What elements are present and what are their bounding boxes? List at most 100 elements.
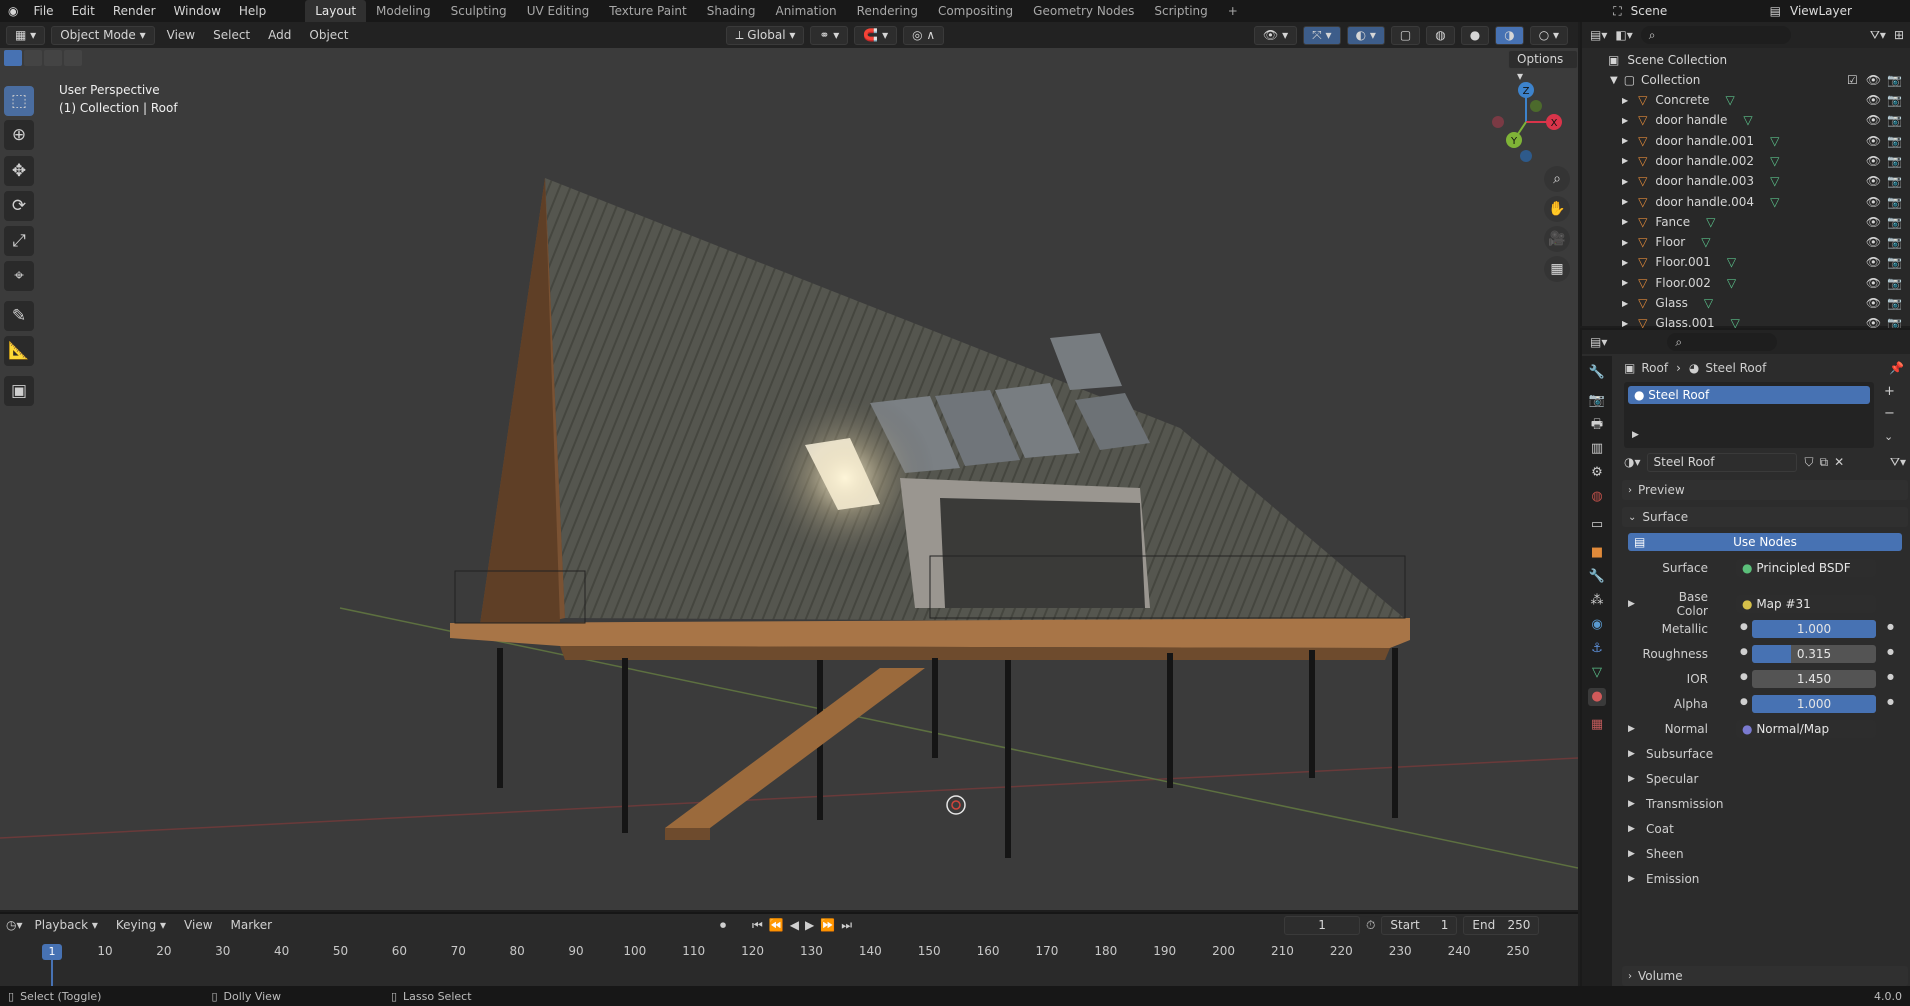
jump-end-icon[interactable]: ⏭ [841, 918, 852, 933]
material-slot-list[interactable]: ● Steel Roof ▶ [1624, 382, 1874, 448]
menu-view[interactable]: View [161, 28, 201, 42]
scale-tool[interactable]: ⤢ [4, 226, 34, 256]
outliner-item[interactable]: ▶ ▽ Fance ▽ 👁 📷 [1582, 212, 1910, 232]
camera-render-icon[interactable]: 📷 [1887, 255, 1902, 269]
outliner-item[interactable]: ▶ ▽ Glass ▽ 👁 📷 [1582, 293, 1910, 313]
expand-arrow-icon[interactable]: ▶ [1622, 319, 1628, 328]
menu-render[interactable]: Render [104, 0, 165, 22]
outliner-item[interactable]: ▶ ▽ door handle.002 ▽ 👁 📷 [1582, 151, 1910, 171]
display-mode-icon[interactable]: ◧▾ [1615, 28, 1632, 42]
outliner-item[interactable]: ▶ ▽ door handle ▽ 👁 📷 [1582, 110, 1910, 130]
tab-modeling[interactable]: Modeling [366, 0, 441, 22]
tab-shading[interactable]: Shading [697, 0, 766, 22]
tab-animation[interactable]: Animation [765, 0, 846, 22]
eye-icon[interactable]: 👁 [1866, 93, 1881, 107]
surface-shader-field[interactable]: ● Principled BSDF [1736, 559, 1876, 577]
slot-remove-button[interactable]: − [1884, 406, 1895, 421]
add-workspace-button[interactable]: + [1218, 0, 1248, 22]
outliner-item[interactable]: ▶ ▽ Concrete ▽ 👁 📷 [1582, 90, 1910, 110]
auto-key-icon[interactable]: ⏺ [720, 918, 726, 933]
play-reverse-icon[interactable]: ◀ [790, 918, 799, 932]
menu-edit[interactable]: Edit [63, 0, 104, 22]
outliner-row-collection[interactable]: ▼ ▢ Collection ☑ 👁 📷 [1582, 70, 1910, 90]
outliner-item[interactable]: ▶ ▽ door handle.001 ▽ 👁 📷 [1582, 131, 1910, 151]
alpha-slider[interactable]: 1.000 [1752, 695, 1876, 713]
outliner-row-scene-collection[interactable]: ▣ Scene Collection [1582, 50, 1910, 70]
end-frame-field[interactable]: End 250 [1463, 915, 1540, 935]
normal-field[interactable]: ● Normal/Map [1736, 720, 1876, 738]
menu-window[interactable]: Window [165, 0, 230, 22]
add-cube-tool[interactable]: ▣ [4, 376, 34, 406]
outliner-editor-icon[interactable]: ▤▾ [1590, 28, 1607, 42]
view-layer-name[interactable]: ViewLayer [1790, 4, 1910, 18]
slot-add-button[interactable]: + [1884, 384, 1895, 399]
tab-scripting[interactable]: Scripting [1144, 0, 1217, 22]
physics-tab-icon[interactable]: ◉ [1588, 616, 1606, 634]
jump-keyframe-forward-icon[interactable]: ⏩ [820, 918, 835, 932]
start-frame-field[interactable]: Start 1 [1381, 915, 1458, 935]
camera-render-icon[interactable]: 📷 [1887, 235, 1902, 249]
unlink-icon[interactable]: ✕ [1834, 455, 1844, 469]
measure-tool[interactable]: 📐 [4, 336, 34, 366]
use-nodes-button[interactable]: ▤ Use Nodes [1628, 533, 1902, 551]
camera-render-icon[interactable]: 📷 [1887, 296, 1902, 310]
subpanel-header[interactable]: ▶ Transmission [1628, 794, 1904, 814]
timeline-editor-icon[interactable]: ◷▾ [6, 918, 23, 932]
expand-chevron-icon[interactable]: ▼ [1610, 75, 1618, 86]
subpanel-header[interactable]: ▶ Specular [1628, 769, 1904, 789]
eye-icon[interactable]: 👁 [1866, 113, 1881, 127]
tab-compositing[interactable]: Compositing [928, 0, 1023, 22]
transform-tool[interactable]: ⌖ [4, 261, 34, 291]
tab-sculpting[interactable]: Sculpting [441, 0, 517, 22]
expand-arrow-icon[interactable]: ▶ [1622, 299, 1628, 308]
camera-render-icon[interactable]: 📷 [1887, 73, 1902, 87]
particles-tab-icon[interactable]: ⁂ [1588, 592, 1606, 610]
roughness-slider[interactable]: 0.315 [1752, 645, 1876, 663]
material-tab-icon[interactable]: ● [1588, 688, 1606, 706]
gizmo-toggle[interactable]: ⤧ ▾ [1303, 25, 1341, 45]
object-tab-icon[interactable]: ■ [1588, 544, 1606, 562]
expand-arrow-icon[interactable]: ▶ [1622, 197, 1628, 206]
view-layer-tab-icon[interactable]: ▥ [1588, 440, 1606, 458]
outliner-item[interactable]: ▶ ▽ Floor.002 ▽ 👁 📷 [1582, 273, 1910, 293]
subpanel-header[interactable]: ▶ Sheen [1628, 844, 1904, 864]
menu-object[interactable]: Object [303, 28, 354, 42]
stopwatch-icon[interactable]: ⏱ [1366, 918, 1375, 933]
tab-uv-editing[interactable]: UV Editing [517, 0, 600, 22]
select-box-tool[interactable]: ⬚ [4, 86, 34, 116]
expand-arrow-icon[interactable]: ▶ [1622, 136, 1628, 145]
marker-menu[interactable]: Marker [225, 918, 278, 932]
ior-keyframe-icon[interactable]: ● [1887, 672, 1894, 681]
proportional-edit-toggle[interactable]: ◎ ∧ [903, 25, 945, 45]
view-layer-icon[interactable]: ▤ [1761, 0, 1790, 22]
outliner-search-input[interactable]: ⌕ [1640, 26, 1791, 44]
expand-arrow-icon[interactable]: ▶ [1622, 156, 1628, 165]
base-color-field[interactable]: ● Map #31 [1736, 595, 1876, 613]
snap-toggle[interactable]: 🧲 ▾ [854, 25, 898, 45]
material-browse-icon[interactable]: ◑▾ [1624, 455, 1641, 469]
eye-icon[interactable]: 👁 [1866, 235, 1881, 249]
menu-file[interactable]: File [24, 0, 62, 22]
outliner-item[interactable]: ▶ ▽ door handle.004 ▽ 👁 📷 [1582, 192, 1910, 212]
normal-expand-icon[interactable]: ▶ [1628, 724, 1644, 734]
visibility-dropdown[interactable]: 👁 ▾ [1254, 25, 1298, 45]
move-tool[interactable]: ✥ [4, 156, 34, 186]
mode-dropdown[interactable]: Object Mode ▾ [51, 25, 155, 45]
metallic-keyframe-icon[interactable]: ● [1887, 622, 1894, 631]
navigation-gizmo[interactable]: Z X Y [1484, 80, 1568, 164]
tab-texture-paint[interactable]: Texture Paint [599, 0, 696, 22]
shading-wireframe[interactable]: ◍ [1426, 25, 1455, 45]
expand-arrow-icon[interactable]: ▶ [1622, 177, 1628, 186]
slot-menu-button[interactable]: ⌄ [1884, 430, 1893, 443]
menu-add[interactable]: Add [262, 28, 297, 42]
playhead[interactable]: 1 [42, 944, 62, 960]
eye-icon[interactable]: 👁 [1866, 73, 1881, 87]
metallic-socket-icon[interactable]: ● [1740, 622, 1748, 632]
eye-icon[interactable]: 👁 [1866, 255, 1881, 269]
camera-render-icon[interactable]: 📷 [1887, 174, 1902, 188]
ior-socket-icon[interactable]: ● [1740, 672, 1748, 682]
overlay-toggle[interactable]: ◐ ▾ [1346, 25, 1385, 45]
grid-icon[interactable]: ▦ [1544, 256, 1570, 282]
pin-icon[interactable]: 📌 [1889, 361, 1904, 375]
roughness-socket-icon[interactable]: ● [1740, 647, 1748, 657]
